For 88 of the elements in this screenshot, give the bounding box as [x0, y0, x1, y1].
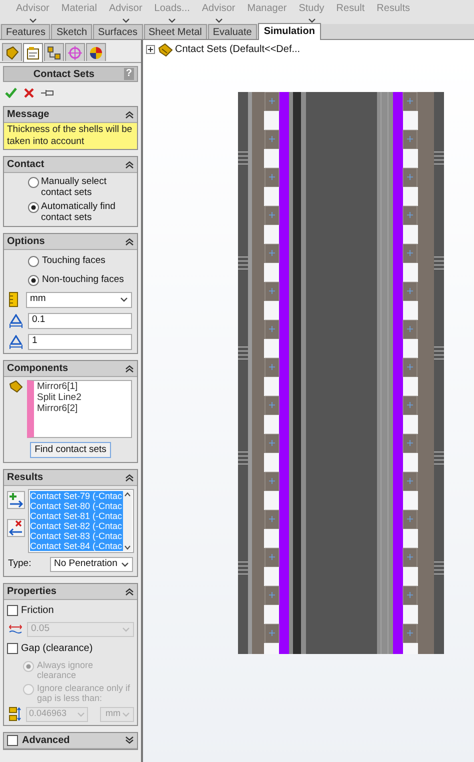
type-dropdown[interactable]: No Penetration: [50, 556, 133, 572]
caret-icon: [28, 18, 37, 23]
collapse-icon[interactable]: [125, 364, 134, 372]
message-text: Thickness of the shells will be taken into account: [4, 123, 137, 149]
collapse-icon[interactable]: [125, 237, 134, 246]
caret-icon: [122, 712, 130, 716]
tab[interactable]: Sketch: [51, 24, 92, 39]
group-title: Results: [7, 470, 44, 484]
tab[interactable]: Sheet Metal: [144, 24, 207, 39]
list-item[interactable]: Mirror6[1]: [37, 380, 128, 392]
collapse-icon[interactable]: [125, 586, 134, 596]
collapse-icon[interactable]: [125, 472, 134, 482]
friction-icon: [9, 624, 22, 634]
caret-icon: [308, 18, 316, 23]
group-title: Options: [7, 235, 46, 249]
scroll-down-icon[interactable]: [124, 544, 131, 550]
scrollbar[interactable]: [123, 490, 132, 550]
find-contact-sets-button[interactable]: Find contact sets: [30, 442, 112, 458]
caret-icon: [120, 297, 128, 302]
target-icon: [68, 46, 82, 60]
panel-tab[interactable]: [44, 43, 64, 61]
group-title: Properties: [7, 584, 58, 598]
expand-icon[interactable]: [146, 45, 155, 54]
pin-icon[interactable]: [41, 88, 55, 98]
group-header[interactable]: Message: [4, 107, 137, 123]
feature-tree-icon: [5, 46, 19, 60]
caret-icon: [168, 18, 176, 23]
type-label: Type:: [8, 556, 32, 571]
add-icon[interactable]: [7, 490, 25, 508]
checkbox[interactable]: [7, 734, 18, 746]
caret-icon: [122, 626, 130, 632]
checkbox-label: Gap (clearance): [21, 642, 93, 656]
group-header[interactable]: Properties: [4, 584, 137, 600]
ok-icon[interactable]: [5, 87, 17, 98]
group-header[interactable]: Components: [4, 360, 137, 376]
tree-item[interactable]: Cntact Sets (Default<<Def...: [175, 42, 300, 57]
checkbox-label: Friction: [21, 604, 54, 618]
contact-set-icon: [157, 42, 173, 56]
panel-tab[interactable]: [2, 43, 22, 61]
collapse-icon[interactable]: [125, 110, 134, 119]
input-field[interactable]: 1: [28, 334, 132, 350]
selection-list[interactable]: Mirror6[1] Split Line2 Mirror6[2]: [27, 380, 132, 438]
group-title: Message: [7, 108, 50, 122]
list-item[interactable]: Split Line2: [37, 392, 128, 402]
ruler-icon: [9, 292, 18, 307]
tab[interactable]: Simulation: [258, 23, 321, 40]
radio-button[interactable]: [28, 202, 39, 213]
collapse-icon[interactable]: [125, 160, 134, 169]
tab[interactable]: Features: [1, 24, 50, 39]
dimension-icon: [9, 314, 23, 328]
radio-button[interactable]: [28, 177, 39, 188]
radio-label: Automatically find contact sets: [41, 201, 116, 223]
caret-icon: [214, 18, 223, 23]
expand-icon[interactable]: [125, 736, 134, 744]
gap-icon: [9, 707, 22, 721]
tab[interactable]: Surfaces: [93, 24, 143, 39]
list-item[interactable]: Mirror6[2]: [37, 402, 128, 414]
radio-label: Non-touching faces: [42, 273, 124, 288]
tab[interactable]: Evaluate: [208, 24, 257, 39]
panel-tab[interactable]: [23, 43, 43, 62]
close-icon[interactable]: [24, 88, 34, 98]
group-header[interactable]: Options: [4, 234, 137, 250]
unit-dropdown[interactable]: mm: [26, 292, 132, 308]
component-icon: [9, 380, 23, 392]
scroll-up-icon[interactable]: [124, 492, 131, 496]
group-title: Components: [7, 362, 70, 376]
group-header[interactable]: Advanced: [4, 732, 137, 748]
appearance-icon: [89, 46, 103, 60]
group-title: Contact: [7, 158, 46, 172]
caret-icon: [122, 18, 130, 23]
caret-icon: [77, 712, 85, 716]
panel-title: Contact Sets: [32, 68, 96, 82]
property-icon: [26, 46, 40, 60]
group-title: Advanced: [22, 734, 71, 748]
radio-button[interactable]: [28, 256, 39, 268]
radio-label: Always ignore clearance: [37, 660, 94, 680]
group-header[interactable]: Contact: [4, 157, 137, 173]
remove-icon[interactable]: [7, 518, 25, 536]
input-field[interactable]: 0.1: [28, 312, 132, 328]
radio-label: Touching faces: [42, 254, 106, 268]
configuration-icon: [47, 46, 61, 60]
caret-icon: [121, 562, 129, 566]
dimension-icon: [9, 334, 23, 348]
radio-button[interactable]: [28, 275, 39, 286]
radio-label: Manually select contact sets: [41, 176, 108, 198]
radio-label: Ignore clearance only if gap is less than:: [37, 682, 132, 702]
panel-tab[interactable]: [86, 43, 106, 61]
group-header[interactable]: Results: [4, 470, 137, 486]
